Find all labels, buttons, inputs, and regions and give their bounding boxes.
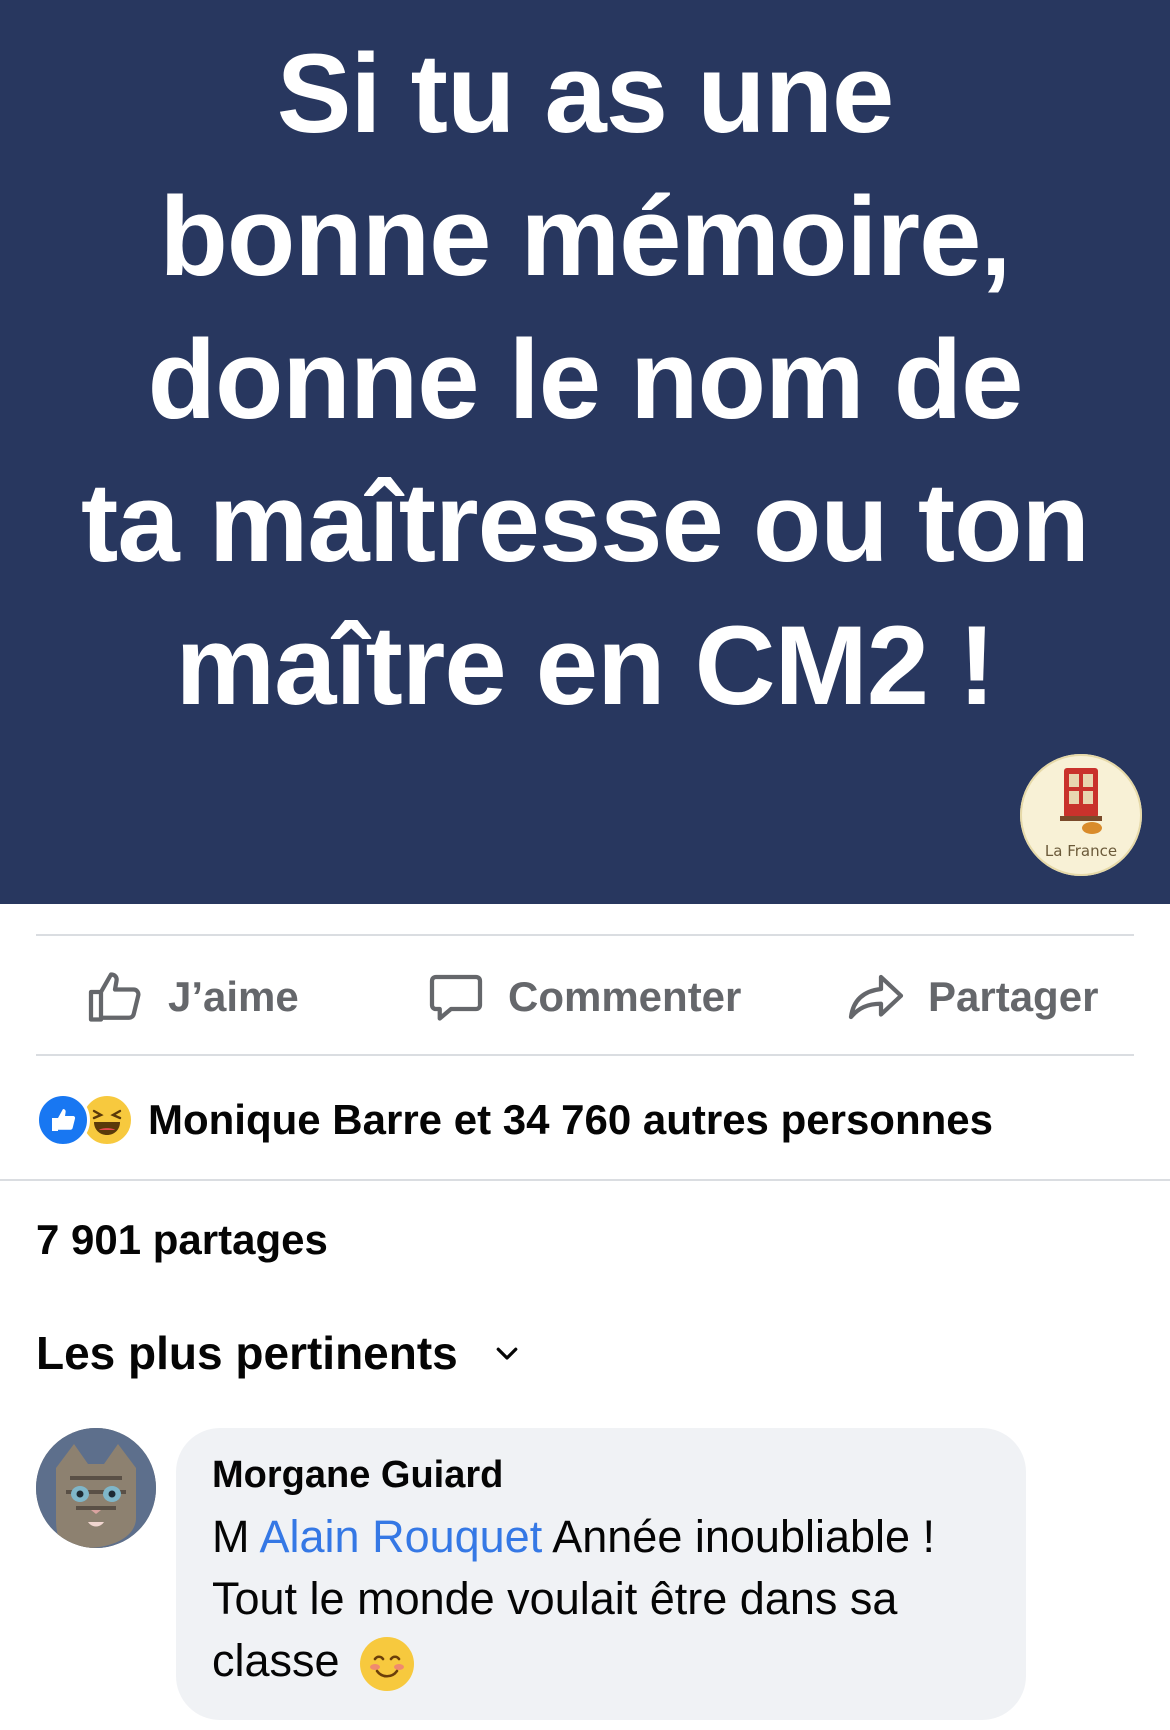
avatar[interactable] xyxy=(36,1428,156,1548)
share-label: Partager xyxy=(928,973,1099,1020)
share-button[interactable]: Partager xyxy=(846,938,1098,1056)
comment-author[interactable]: Morgane Guiard xyxy=(212,1454,503,1497)
la-france-logo: La France xyxy=(1020,754,1142,876)
chevron-down-icon xyxy=(496,1347,518,1360)
quote-line: donne le nom de xyxy=(147,317,1024,442)
comment-button[interactable]: Commenter xyxy=(426,938,741,1056)
share-arrow-icon xyxy=(848,974,904,1020)
reactions-summary[interactable]: Monique Barre et 34 760 autres personnes xyxy=(36,1090,993,1150)
comment-bubble[interactable]: Morgane Guiard M Alain Rouquet Année ino… xyxy=(176,1428,1026,1720)
thumbs-up-icon xyxy=(88,972,141,1022)
cat-avatar-icon xyxy=(36,1428,156,1548)
quote-line: ta maîtresse ou ton xyxy=(81,460,1090,585)
mention-link[interactable]: Alain Rouquet xyxy=(260,1511,543,1562)
comment-label: Commenter xyxy=(508,973,742,1020)
comment-icon xyxy=(429,974,483,1021)
quote-line: maître en CM2 ! xyxy=(175,603,996,728)
divider xyxy=(36,1054,1134,1056)
comment-prefix: M xyxy=(212,1511,260,1562)
divider xyxy=(36,934,1134,936)
post-image[interactable]: Si tu as une bonne mémoire, donne le nom… xyxy=(0,0,1170,904)
like-button[interactable]: J’aime xyxy=(86,938,299,1056)
shares-count[interactable]: 7 901 partages xyxy=(36,1216,328,1264)
sort-label: Les plus pertinents xyxy=(36,1327,458,1379)
reactions-text: Monique Barre et 34 760 autres personnes xyxy=(148,1096,993,1143)
comment-text: M Alain Rouquet Année inoubliable ! Tout… xyxy=(212,1506,1002,1692)
quote-line: Si tu as une xyxy=(276,31,895,156)
comment-sort-dropdown[interactable]: Les plus pertinents xyxy=(36,1326,522,1380)
action-bar: J’aime Commenter Partager xyxy=(36,938,1134,1056)
logo-text: La France xyxy=(1044,842,1118,860)
divider xyxy=(0,1179,1170,1181)
quote-line: bonne mémoire, xyxy=(159,174,1011,299)
like-label: J’aime xyxy=(168,973,299,1020)
like-reaction-icon xyxy=(36,1093,90,1147)
post-image-quote: Si tu as une bonne mémoire, donne le nom… xyxy=(0,22,1170,737)
smiling-face-emoji xyxy=(360,1637,415,1692)
